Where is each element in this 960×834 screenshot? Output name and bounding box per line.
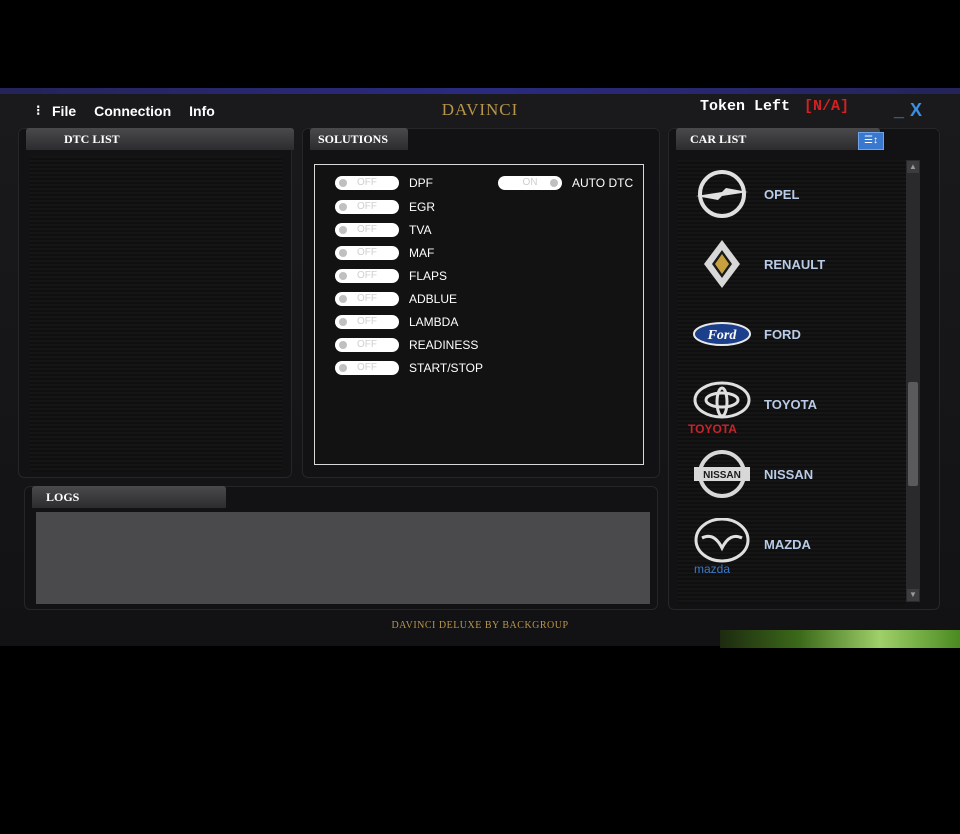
- token-indicator: Token Left [N/A]: [700, 98, 849, 115]
- solution-row-lambda: OFF LAMBDA: [335, 315, 458, 329]
- toggle-state: OFF: [357, 224, 377, 235]
- sort-button[interactable]: ☰↕: [858, 132, 884, 150]
- lambda-label: LAMBDA: [409, 315, 459, 329]
- toggle-knob: [339, 249, 347, 257]
- toggle-state: OFF: [357, 339, 377, 350]
- solution-row-tva: OFF TVA: [335, 223, 431, 237]
- solution-row-maf: OFF MAF: [335, 246, 434, 260]
- toggle-state: OFF: [357, 201, 377, 212]
- solutions-box: OFF DPF OFF EGR OFF TVA OFF MAF OFF FLAP…: [314, 164, 644, 465]
- token-value: [N/A]: [804, 98, 850, 115]
- window-controls: _ X: [888, 100, 922, 121]
- adblue-label: ADBLUE: [409, 292, 458, 306]
- car-item-nissan[interactable]: NISSAN NISSAN: [678, 440, 906, 510]
- toggle-state: OFF: [357, 362, 377, 373]
- car-list-header: CAR LIST: [676, 128, 880, 150]
- toggle-state: OFF: [357, 293, 377, 304]
- solution-row-start-stop: OFF START/STOP: [335, 361, 483, 375]
- toggle-state: OFF: [357, 177, 377, 188]
- car-item-renault[interactable]: RENAULT: [678, 230, 906, 300]
- app-footer: DAVINCI DELUXE BY BACKGROUP: [391, 620, 569, 631]
- svg-text:Ford: Ford: [707, 328, 738, 343]
- readiness-label: READINESS: [409, 338, 479, 352]
- start-stop-toggle[interactable]: OFF: [335, 361, 399, 375]
- dpf-toggle[interactable]: OFF: [335, 176, 399, 190]
- renault-logo-icon: [704, 240, 740, 288]
- auto-dtc-label: AUTO DTC: [572, 176, 634, 190]
- car-item-ford[interactable]: Ford FORD: [678, 300, 906, 370]
- car-name: FORD: [764, 327, 801, 342]
- toggle-knob: [339, 203, 347, 211]
- minimize-button[interactable]: _: [894, 100, 904, 120]
- car-list: OPEL RENAULT Ford FORD TOYOTA TOYOTA NIS…: [678, 160, 906, 604]
- desktop-background: [720, 630, 960, 648]
- toggle-knob: [339, 341, 347, 349]
- start-stop-label: START/STOP: [409, 361, 484, 375]
- toggle-knob: [339, 179, 347, 187]
- egr-label: EGR: [409, 200, 436, 214]
- car-subtitle: mazda: [694, 562, 731, 576]
- solution-row-flaps: OFF FLAPS: [335, 269, 447, 283]
- flaps-toggle[interactable]: OFF: [335, 269, 399, 283]
- car-item-mazda[interactable]: MAZDA mazda: [678, 510, 906, 580]
- toggle-knob: [339, 295, 347, 303]
- car-subtitle: TOYOTA: [688, 422, 737, 436]
- ford-logo-icon: Ford: [693, 322, 751, 346]
- lambda-toggle[interactable]: OFF: [335, 315, 399, 329]
- egr-toggle[interactable]: OFF: [335, 200, 399, 214]
- flaps-label: FLAPS: [409, 269, 448, 283]
- car-name: MAZDA: [764, 537, 811, 552]
- nissan-logo-icon: NISSAN: [694, 450, 750, 498]
- readiness-toggle[interactable]: OFF: [335, 338, 399, 352]
- toggle-state: OFF: [357, 270, 377, 281]
- adblue-toggle[interactable]: OFF: [335, 292, 399, 306]
- car-item-opel[interactable]: OPEL: [678, 160, 906, 230]
- solution-row-egr: OFF EGR: [335, 200, 435, 214]
- toggle-state: ON: [522, 177, 538, 188]
- token-label: Token Left: [700, 98, 791, 115]
- toggle-knob: [339, 318, 347, 326]
- auto-dtc-toggle[interactable]: ON: [498, 176, 562, 190]
- solutions-panel: SOLUTIONS OFF DPF OFF EGR OFF TVA OFF MA…: [302, 128, 660, 478]
- toggle-knob: [339, 226, 347, 234]
- logs-area[interactable]: [36, 512, 650, 604]
- car-name: TOYOTA: [764, 397, 817, 412]
- solution-row-adblue: OFF ADBLUE: [335, 292, 457, 306]
- toggle-knob: [550, 179, 558, 187]
- dtc-list-panel: DTC LIST: [18, 128, 294, 478]
- maf-toggle[interactable]: OFF: [335, 246, 399, 260]
- toggle-state: OFF: [357, 316, 377, 327]
- maf-label: MAF: [409, 246, 435, 260]
- scroll-down-icon[interactable]: ▼: [907, 589, 919, 601]
- car-list-scrollbar[interactable]: ▲ ▼: [906, 160, 920, 602]
- car-name: RENAULT: [764, 257, 826, 272]
- solution-row-dpf: OFF DPF: [335, 176, 433, 190]
- car-list-panel: CAR LIST OPEL RENAULT Ford FORD TOYOTA T…: [668, 128, 940, 610]
- car-item-toyota[interactable]: TOYOTA TOYOTA: [678, 370, 906, 440]
- solution-row-readiness: OFF READINESS: [335, 338, 478, 352]
- dtc-list-header: DTC LIST: [26, 128, 294, 150]
- svg-text:NISSAN: NISSAN: [703, 470, 741, 481]
- car-name: OPEL: [764, 187, 800, 202]
- car-name: NISSAN: [764, 467, 814, 482]
- scroll-thumb[interactable]: [908, 382, 918, 486]
- dpf-label: DPF: [409, 176, 433, 190]
- tva-label: TVA: [409, 223, 432, 237]
- solution-row-auto-dtc: ON AUTO DTC: [498, 176, 633, 190]
- logs-header: LOGS: [32, 486, 226, 508]
- close-button[interactable]: X: [910, 100, 922, 120]
- logs-panel: LOGS: [24, 486, 658, 610]
- toggle-state: OFF: [357, 247, 377, 258]
- dtc-list[interactable]: [30, 156, 282, 472]
- solutions-header: SOLUTIONS: [310, 128, 408, 150]
- toggle-knob: [339, 272, 347, 280]
- toggle-knob: [339, 364, 347, 372]
- tva-toggle[interactable]: OFF: [335, 223, 399, 237]
- sort-icon: ☰↕: [864, 135, 878, 146]
- opel-logo-icon: [696, 170, 748, 218]
- scroll-up-icon[interactable]: ▲: [907, 161, 919, 173]
